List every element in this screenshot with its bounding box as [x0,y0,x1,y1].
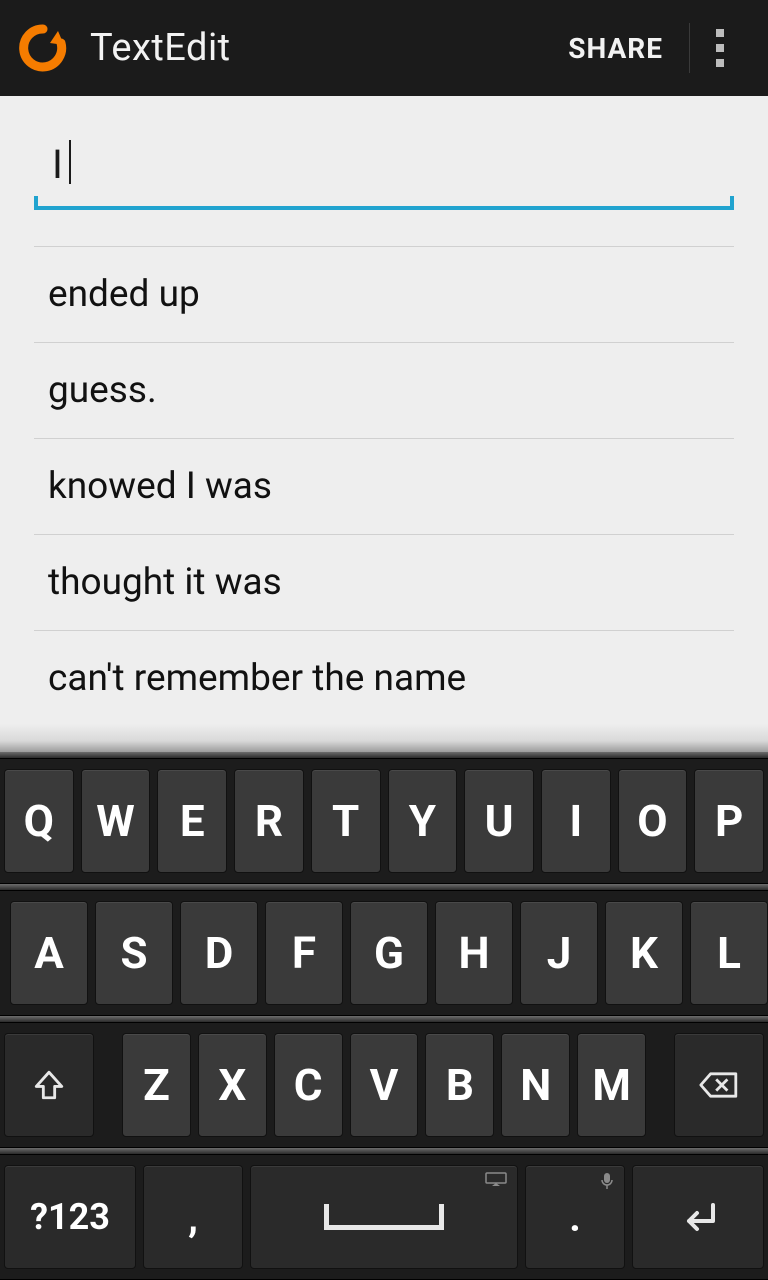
space-key[interactable] [250,1165,518,1269]
key-v[interactable]: V [350,1033,419,1137]
key-u[interactable]: U [464,769,534,873]
key-g[interactable]: G [350,901,428,1005]
key-o[interactable]: O [618,769,688,873]
symbols-key[interactable]: ?123 [4,1165,136,1269]
key-z[interactable]: Z [122,1033,191,1137]
key-n[interactable]: N [501,1033,570,1137]
suggestion-item[interactable]: thought it was [34,534,734,630]
key-m[interactable]: M [577,1033,646,1137]
app-icon [18,23,68,73]
backspace-key[interactable] [674,1033,764,1137]
enter-key[interactable] [632,1165,764,1269]
key-w[interactable]: W [81,769,151,873]
shift-key[interactable] [4,1033,94,1137]
key-r[interactable]: R [234,769,304,873]
space-icon [324,1204,444,1230]
input-value: I [52,141,63,188]
key-t[interactable]: T [311,769,381,873]
key-h[interactable]: H [435,901,513,1005]
suggestion-item[interactable]: knowed I was [34,438,734,534]
key-d[interactable]: D [180,901,258,1005]
key-i[interactable]: I [541,769,611,873]
key-q[interactable]: Q [4,769,74,873]
key-c[interactable]: C [274,1033,343,1137]
app-header: TextEdit SHARE [0,0,768,96]
key-j[interactable]: J [520,901,598,1005]
key-s[interactable]: S [95,901,173,1005]
suggestion-item[interactable]: can't remember the name [34,630,734,727]
keyboard-row-3: Z X C V B N M [0,1022,768,1148]
suggestion-item[interactable]: guess. [34,342,734,438]
key-f[interactable]: F [265,901,343,1005]
key-b[interactable]: B [425,1033,494,1137]
key-p[interactable]: P [694,769,764,873]
app-title: TextEdit [90,26,542,70]
keyboard-settings-icon [485,1172,507,1193]
key-y[interactable]: Y [388,769,458,873]
text-input[interactable]: I [34,130,734,210]
key-l[interactable]: L [690,901,768,1005]
period-key[interactable]: . [525,1165,625,1269]
mic-icon [600,1172,614,1195]
text-cursor [69,140,71,184]
share-button[interactable]: SHARE [542,32,689,65]
key-k[interactable]: K [605,901,683,1005]
comma-key[interactable]: , [143,1165,243,1269]
content-area: I ended up guess. knowed I was thought i… [0,96,768,727]
keyboard-row-4: ?123 , . [0,1154,768,1280]
key-a[interactable]: A [10,901,88,1005]
overflow-menu-button[interactable] [690,0,750,96]
keyboard-row-1: Q W E R T Y U I O P [0,758,768,884]
key-x[interactable]: X [198,1033,267,1137]
keyboard-row-2: A S D F G H J K L [0,890,768,1016]
suggestion-item[interactable]: ended up [34,246,734,342]
key-e[interactable]: E [157,769,227,873]
on-screen-keyboard: Q W E R T Y U I O P A S D F G H J K L Z … [0,724,768,1280]
